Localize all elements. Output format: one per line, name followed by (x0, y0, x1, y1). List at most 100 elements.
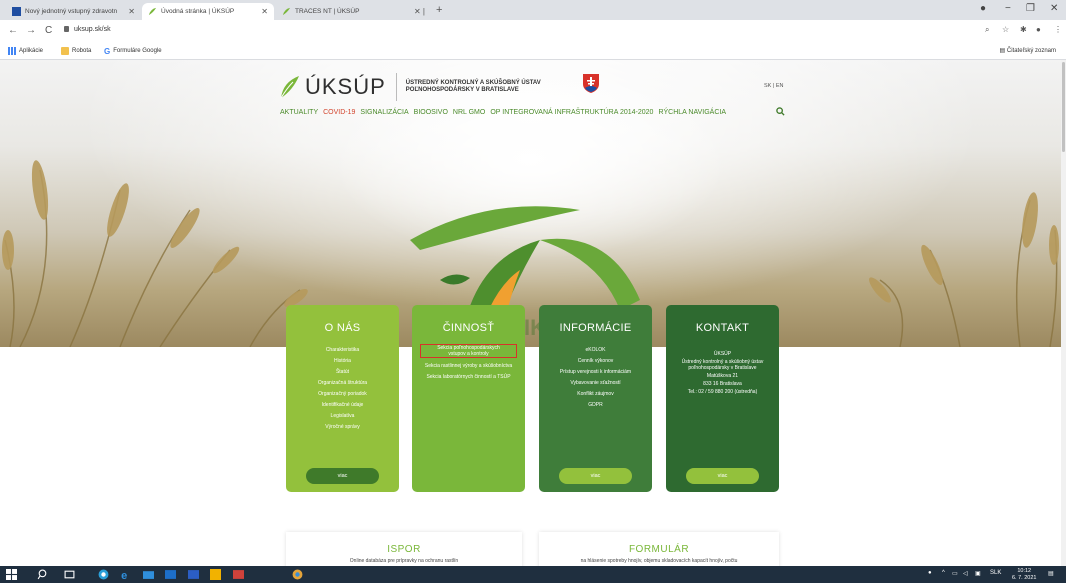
link-vyrocne-spravy[interactable]: Výročné správy (286, 424, 399, 430)
uksup-leaf-icon (282, 7, 291, 16)
tab-traces[interactable]: TRACES NT | ÚKSÚP ✕ | (276, 3, 431, 20)
card-title: KONTAKT (695, 322, 750, 334)
chrome-icon[interactable] (98, 569, 109, 580)
tab-uvodna-stranka[interactable]: Úvodná stránka | ÚKSÚP ✕ (142, 3, 274, 20)
menu-dots-icon[interactable]: ⋮ (1054, 25, 1062, 34)
nav-rychla-navigacia[interactable]: RÝCHLA NAVIGÁCIA (658, 109, 726, 116)
link-historia[interactable]: História (286, 358, 399, 364)
close-tab-icon[interactable]: ✕ (261, 7, 268, 16)
language-indicator[interactable]: SLK (990, 570, 1001, 576)
more-button[interactable]: viac (686, 468, 759, 484)
logo-divider (395, 73, 397, 101)
profile-icon[interactable]: ● (1036, 25, 1041, 34)
reading-list[interactable]: ▤ Čitateľský zoznam (1000, 47, 1056, 54)
wheat-right-image (869, 192, 1059, 347)
volume-icon[interactable]: ◁ (963, 570, 968, 577)
keyboard-icon[interactable]: ▣ (975, 570, 981, 577)
link-organizacna-struktura[interactable]: Organizačná štruktúra (286, 380, 399, 386)
more-button[interactable]: viac (559, 468, 632, 484)
link-legislativa[interactable]: Legislatíva (286, 413, 399, 419)
profile-circle-icon[interactable]: ● (980, 3, 986, 14)
outlook-icon[interactable] (165, 569, 176, 580)
tray-chevron-icon[interactable]: ^ (942, 570, 945, 576)
link-sekcia-laboratornych-cinnosti[interactable]: Sekcia laboratórnych činností a TSÚP (412, 374, 525, 380)
reading-list-label: Čitateľský zoznam (1006, 48, 1056, 54)
institute-name: ÚSTREDNÝ KONTROLNÝ A SKÚŠOBNÝ ÚSTAV POĽN… (406, 80, 556, 94)
close-tab-icon[interactable]: ✕ (128, 7, 135, 16)
system-clock[interactable]: 10:12 6. 7. 2021 (1012, 568, 1036, 582)
powerpoint-icon[interactable] (233, 569, 244, 580)
bookmark-formulare[interactable]: G Formuláre Google (104, 47, 162, 56)
card-links: Sekcia poľnohospodárskych vstupov a kont… (412, 344, 525, 380)
forward-icon[interactable]: → (26, 25, 36, 36)
bookmarks-bar: Aplikácie Robota G Formuláre Google ▤ Či… (0, 42, 1066, 60)
link-statut[interactable]: Štatút (286, 369, 399, 375)
url-field[interactable]: uksup.sk/sk (64, 26, 111, 33)
more-button[interactable]: viac (306, 468, 379, 484)
zoom-icon[interactable]: ⌕ (985, 25, 989, 35)
search-icon[interactable] (37, 569, 48, 580)
link-gdpr[interactable]: GDPR (539, 402, 652, 408)
page-scrollbar[interactable] (1061, 60, 1066, 566)
sticky-notes-icon[interactable] (210, 569, 221, 580)
uksup-logo[interactable]: ÚKSÚP ÚSTREDNÝ KONTROLNÝ A SKÚŠOBNÝ ÚSTA… (279, 73, 556, 101)
bookmark-label: Robota (72, 48, 92, 54)
formular-box[interactable]: FORMULÁR na hlásenie spotreby hnojív, ob… (539, 532, 779, 566)
close-window-icon[interactable]: ✕ (1050, 3, 1058, 14)
ispor-box[interactable]: ISPOR Online databáza pre prípravky na o… (286, 532, 522, 566)
browser-tab-bar: Nový jednotný vstupný zdravotn ✕ Úvodná … (0, 0, 1066, 20)
reload-icon[interactable]: C (45, 25, 52, 36)
main-navigation: AKTUALITY COVID-19 SIGNALIZÁCIA BIOOSIVO… (280, 109, 731, 116)
minimize-icon[interactable]: − (1005, 3, 1011, 14)
link-pristup-verejnosti[interactable]: Prístup verejnosti k informáciám (539, 369, 652, 375)
windows-start-icon[interactable] (6, 569, 17, 580)
link-sekcia-polnohospodarskych-vstupov[interactable]: Sekcia poľnohospodárskych vstupov a kont… (420, 344, 517, 358)
content-area (0, 347, 1061, 566)
chrome-active-icon[interactable] (292, 569, 303, 580)
nav-covid[interactable]: COVID-19 (323, 109, 355, 116)
network-icon[interactable]: ▭ (952, 570, 958, 577)
tab-label: TRACES NT | ÚKSÚP (295, 8, 360, 15)
link-ekolok[interactable]: eKOLOK (539, 347, 652, 353)
extensions-icon[interactable]: ✱ (1020, 25, 1027, 34)
tab-vstupny-zdravotny[interactable]: Nový jednotný vstupný zdravotn ✕ (6, 3, 141, 20)
notifications-icon[interactable]: ▤ (1048, 570, 1054, 577)
link-konflikt-zaujmov[interactable]: Konflikt záujmov (539, 391, 652, 397)
restore-icon[interactable]: ❐ (1026, 3, 1035, 14)
tray-app-icon[interactable]: ● (928, 570, 932, 576)
apps-grid-icon (8, 47, 16, 55)
logo-text: ÚKSÚP (305, 74, 386, 99)
nav-bioosivo[interactable]: BIOOSIVO (414, 109, 448, 116)
link-cennik-vykonov[interactable]: Cenník výkonov (539, 358, 652, 364)
clock-date: 6. 7. 2021 (1012, 575, 1037, 581)
google-g-icon: G (104, 47, 111, 56)
link-charakteristika[interactable]: Charakteristika (286, 347, 399, 353)
uksup-leaf-logo-icon (280, 76, 299, 99)
link-vybavovanie-staznosti[interactable]: Vybavovanie sťažností (539, 380, 652, 386)
back-icon[interactable]: ← (8, 25, 18, 36)
word-icon[interactable] (188, 569, 199, 580)
edge-icon[interactable]: e (120, 569, 131, 580)
nav-nrl-gmo[interactable]: NRL GMO (453, 109, 485, 116)
link-identifikacne-udaje[interactable]: Identifikačné údaje (286, 402, 399, 408)
new-tab-icon[interactable]: + (436, 4, 442, 16)
link-sekcia-rastlinnej-vyroby[interactable]: Sekcia rastlinnej výroby a skúšobníctva (412, 363, 525, 369)
link-organizacny-poriadok[interactable]: Organizačný poriadok (286, 391, 399, 397)
nav-op-integrovana[interactable]: OP INTEGROVANÁ INFRAŠTRUKTÚRA 2014-2020 (490, 109, 653, 116)
windows-taskbar: e ● ^ ▭ ◁ ▣ SLK 10:12 6. 7. 2021 ▤ (0, 566, 1066, 583)
close-tab-icon[interactable]: ✕ | (414, 7, 425, 16)
nav-signalizacia[interactable]: SIGNALIZÁCIA (360, 109, 408, 116)
language-switch[interactable]: SK | EN (764, 83, 783, 89)
bookmark-robota[interactable]: Robota (61, 47, 91, 55)
web-page: ÚKSÚP ÚSTREDNÝ KONTROLNÝ A SKÚŠOBNÝ ÚSTA… (0, 60, 1061, 566)
slovak-coat-of-arms-icon (583, 74, 599, 93)
folder-icon (61, 47, 69, 55)
task-view-icon[interactable] (64, 569, 75, 580)
scrollbar-thumb[interactable] (1062, 62, 1065, 152)
star-icon[interactable]: ☆ (1002, 25, 1009, 34)
search-icon[interactable] (776, 107, 785, 116)
nav-aktuality[interactable]: AKTUALITY (280, 109, 318, 116)
file-explorer-icon[interactable] (143, 569, 154, 580)
bookmark-apps[interactable]: Aplikácie (8, 47, 43, 55)
clock-time: 10:12 (1017, 568, 1032, 574)
